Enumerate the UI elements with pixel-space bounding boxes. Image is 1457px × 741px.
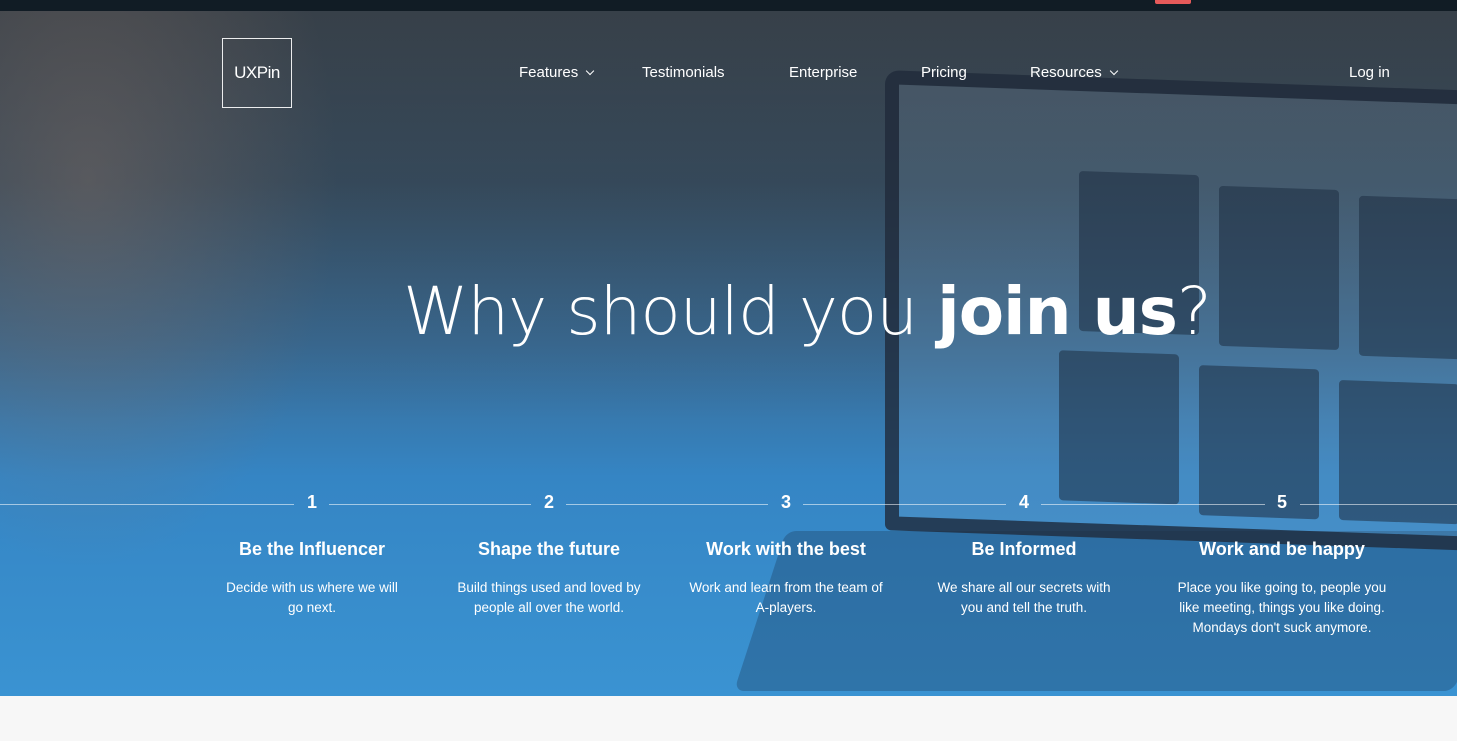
- headline-text: Why should you: [403, 273, 938, 350]
- nav-item-testimonials[interactable]: Testimonials: [642, 63, 725, 83]
- notification-indicator[interactable]: [1155, 0, 1191, 4]
- step-description: Work and learn from the team of A-player…: [689, 580, 883, 615]
- step-title: Shape the future: [477, 539, 620, 559]
- logo-text: UXPin: [234, 63, 280, 82]
- step-title: Work with the best: [706, 539, 866, 559]
- timeline-line: [0, 504, 294, 505]
- step-description: Build things used and loved by people al…: [457, 580, 641, 615]
- step-title: Work and be happy: [1199, 539, 1365, 559]
- step-description: Decide with us where we will go next.: [226, 580, 398, 615]
- step-description: Place you like going to, people you like…: [1177, 580, 1387, 635]
- uxpin-logo[interactable]: UXPin: [222, 38, 292, 108]
- nav-item-label: Pricing: [921, 64, 967, 81]
- step-number: 2: [543, 492, 554, 512]
- timeline-line: [1300, 504, 1457, 505]
- hero-headline: Why should you join us?: [0, 273, 1457, 350]
- nav-item-enterprise[interactable]: Enterprise: [789, 63, 857, 83]
- step-number: 1: [306, 492, 317, 512]
- login-label: Log in: [1349, 64, 1390, 81]
- step-number: 5: [1276, 492, 1287, 512]
- timeline-line: [803, 504, 1006, 505]
- login-link[interactable]: Log in: [1349, 63, 1390, 83]
- nav-item-label: Enterprise: [789, 64, 858, 81]
- nav-item-features[interactable]: Features: [519, 63, 595, 83]
- chevron-down-icon: [1109, 66, 1118, 76]
- step-title: Be Informed: [971, 539, 1077, 559]
- top-bar: [0, 0, 1457, 11]
- nav-item-resources[interactable]: Resources: [1030, 63, 1118, 83]
- hero-section: UXPin Features Testimonials Enterprise P…: [0, 11, 1457, 696]
- timeline-line: [1041, 504, 1265, 505]
- step-number: 3: [780, 492, 791, 512]
- step-title: Be the Influencer: [238, 539, 386, 559]
- timeline-line: [566, 504, 768, 505]
- below-hero-section: [0, 696, 1457, 741]
- step-number: 4: [1018, 492, 1029, 512]
- chevron-down-icon: [585, 66, 595, 76]
- nav-item-pricing[interactable]: Pricing: [921, 63, 967, 83]
- headline-emphasis: join us: [937, 273, 1178, 350]
- headline-punctuation: ?: [1176, 273, 1212, 350]
- nav-item-label: Testimonials: [642, 64, 725, 81]
- step-description: We share all our secrets with you and te…: [937, 580, 1111, 615]
- timeline-line: [329, 504, 531, 505]
- nav-item-label: Features: [519, 64, 579, 81]
- nav-item-label: Resources: [1030, 64, 1102, 81]
